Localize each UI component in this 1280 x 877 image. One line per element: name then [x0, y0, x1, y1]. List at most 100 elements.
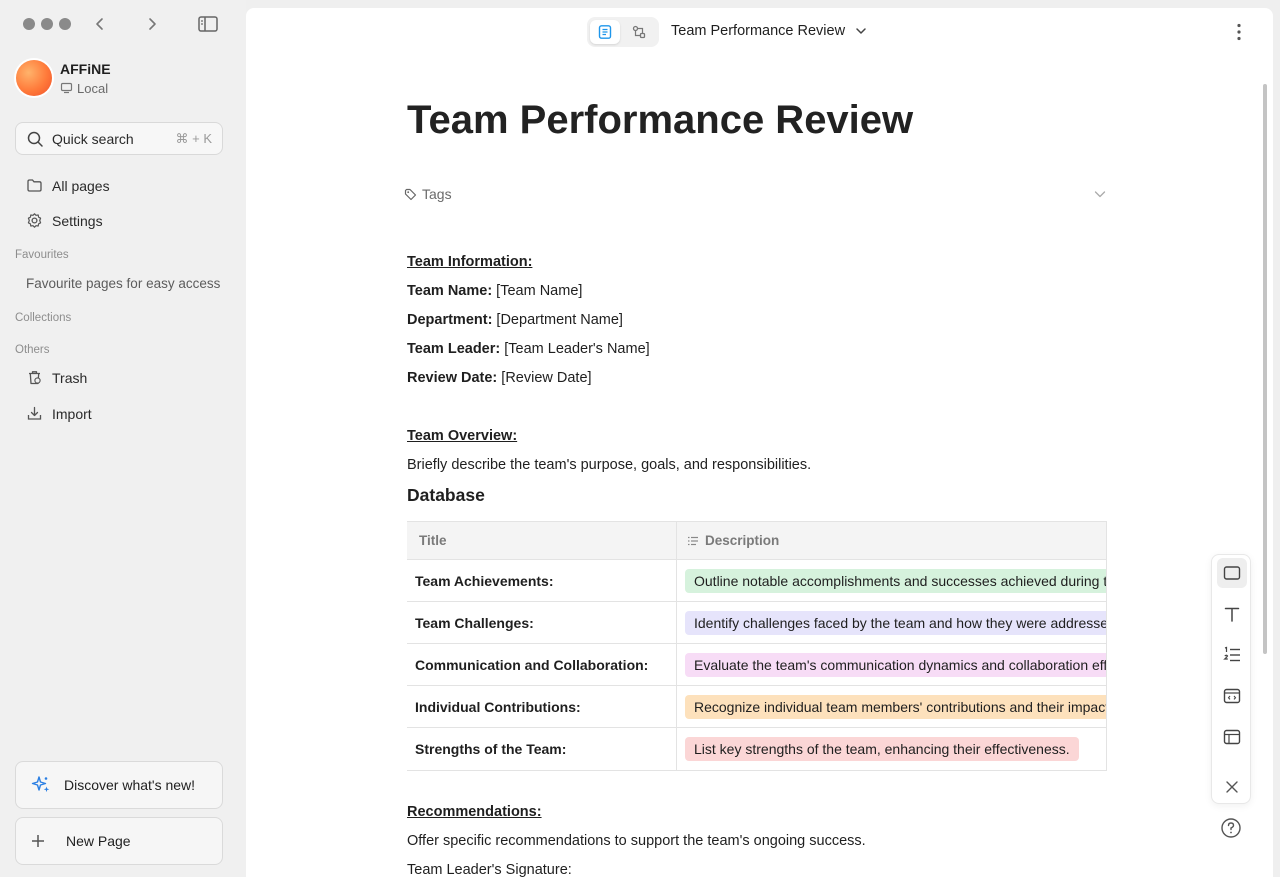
page-mode-button[interactable] [590, 20, 620, 44]
search-icon [27, 131, 43, 147]
sparkle-icon [31, 776, 50, 793]
sidebar-toggle-icon[interactable] [197, 14, 219, 34]
import-icon [27, 406, 42, 420]
more-vertical-icon [1237, 23, 1241, 41]
nav-trash[interactable]: Trash [26, 369, 87, 386]
workspace-selector[interactable]: AFFiNE Local [16, 60, 111, 96]
row-title-cell[interactable]: Strengths of the Team: [407, 728, 677, 770]
editor-scrollbar[interactable] [1263, 84, 1267, 654]
table-header-row: Title Description [407, 522, 1107, 560]
document-title[interactable]: Team Performance Review [407, 98, 913, 143]
field-label: Team Leader: [407, 341, 501, 357]
workspace-storage: Local [77, 80, 109, 96]
nav-import-label: Import [52, 405, 92, 422]
page-mode-icon [598, 25, 612, 39]
numbered-list-tool-button[interactable] [1217, 640, 1247, 670]
row-description-cell[interactable]: List key strengths of the team, enhancin… [677, 728, 1107, 770]
discover-label: Discover what's new! [64, 777, 196, 793]
field-label: Department: [407, 312, 493, 328]
more-options-button[interactable] [1229, 22, 1249, 42]
header-doc-title: Team Performance Review [671, 23, 846, 39]
chevron-left-icon [96, 18, 103, 30]
chevron-down-icon [856, 28, 866, 34]
chevron-down-icon[interactable] [1093, 187, 1107, 201]
nav-settings[interactable]: Settings [26, 212, 103, 229]
text-property-icon [688, 536, 698, 545]
tags-label: Tags [422, 186, 452, 202]
field-value: [Review Date] [497, 370, 592, 386]
edgeless-toolbar [1211, 554, 1251, 804]
field-label: Review Date: [407, 370, 498, 386]
others-section-label: Others [15, 344, 50, 356]
favourites-empty-hint: Favourite pages for easy access [26, 276, 221, 291]
table-row[interactable]: Team Achievements: Outline notable accomp… [407, 560, 1107, 602]
chevron-right-icon [149, 18, 156, 30]
doc-title-menu[interactable]: Team Performance Review [671, 23, 867, 39]
folder-icon [27, 179, 42, 192]
nav-all-pages-label: All pages [52, 177, 110, 194]
table-row[interactable]: Strengths of the Team: List key strengths… [407, 728, 1107, 770]
field-value: [Department Name] [492, 312, 623, 328]
gear-icon [27, 213, 42, 228]
workspace-avatar [16, 60, 52, 96]
team-information-heading: Team Information: [407, 254, 533, 270]
quick-search-button[interactable]: Quick search ⌘ + K [15, 122, 223, 155]
table-row[interactable]: Team Challenges: Identify challenges face… [407, 602, 1107, 644]
plus-icon [32, 835, 44, 847]
back-button[interactable] [90, 14, 110, 34]
frame-icon [1223, 566, 1241, 580]
nav-import[interactable]: Import [26, 405, 92, 422]
edgeless-mode-button[interactable] [624, 20, 654, 44]
row-description-cell[interactable]: Recognize individual team members' contr… [677, 686, 1107, 727]
discover-whats-new-button[interactable]: Discover what's new! [15, 761, 223, 809]
layout-tool-button[interactable] [1217, 722, 1247, 752]
team-overview-heading: Team Overview: [407, 428, 518, 444]
minimize-window-button[interactable] [41, 18, 53, 30]
editor-mode-switch[interactable] [587, 17, 659, 47]
nav-trash-label: Trash [52, 369, 88, 386]
row-title-cell[interactable]: Team Challenges: [407, 602, 677, 643]
column-header-description[interactable]: Description [677, 522, 1107, 559]
close-icon [1226, 781, 1238, 793]
row-description-cell[interactable]: Evaluate the team's communication dynami… [677, 644, 1107, 685]
tag-icon [404, 188, 417, 200]
layout-icon [1223, 729, 1241, 745]
row-description-cell[interactable]: Identify challenges faced by the team an… [677, 602, 1107, 643]
text-tool-button[interactable] [1217, 599, 1247, 629]
description-tag: Recognize individual team members' contr… [685, 694, 1106, 719]
nav-all-pages[interactable]: All pages [26, 177, 110, 194]
embed-icon [1223, 688, 1241, 704]
close-toolbar-button[interactable] [1217, 772, 1247, 802]
frame-tool-button[interactable] [1217, 558, 1247, 588]
field-value: [Team Name] [492, 283, 583, 299]
field-value: [Team Leader's Name] [500, 341, 650, 357]
field-label: Team Name: [407, 283, 493, 299]
new-page-label: New Page [66, 833, 131, 849]
quick-search-label: Quick search [52, 130, 134, 147]
forward-button[interactable] [142, 14, 162, 34]
row-title-cell[interactable]: Team Achievements: [407, 560, 677, 601]
edgeless-mode-icon [632, 25, 646, 39]
maximize-window-button[interactable] [59, 18, 71, 30]
tags-property-row[interactable]: Tags [404, 186, 1107, 202]
close-window-button[interactable] [23, 18, 35, 30]
description-tag: Identify challenges faced by the team an… [685, 610, 1106, 635]
table-row[interactable]: Communication and Collaboration: Evaluate… [407, 644, 1107, 686]
description-tag: Evaluate the team's communication dynami… [685, 652, 1106, 677]
column-header-title[interactable]: Title [407, 522, 677, 559]
row-title-cell[interactable]: Individual Contributions: [407, 686, 677, 727]
workspace-name: AFFiNE [60, 60, 111, 77]
collections-section-label[interactable]: Collections [15, 312, 71, 324]
help-button[interactable] [1219, 816, 1243, 840]
database-title[interactable]: Database [407, 485, 485, 506]
row-description-cell[interactable]: Outline notable accomplishments and succ… [677, 560, 1107, 601]
editor-area: Team Performance Review Team Performance… [246, 8, 1273, 877]
quick-search-shortcut: ⌘ + K [175, 130, 213, 146]
embed-tool-button[interactable] [1217, 681, 1247, 711]
new-page-button[interactable]: New Page [15, 817, 223, 865]
description-tag: List key strengths of the team, enhancin… [685, 737, 1079, 761]
row-title-cell[interactable]: Communication and Collaboration: [407, 644, 677, 685]
editor-header: Team Performance Review [246, 8, 1273, 56]
description-tag: Outline notable accomplishments and succ… [685, 568, 1106, 593]
table-row[interactable]: Individual Contributions: Recognize indiv… [407, 686, 1107, 728]
